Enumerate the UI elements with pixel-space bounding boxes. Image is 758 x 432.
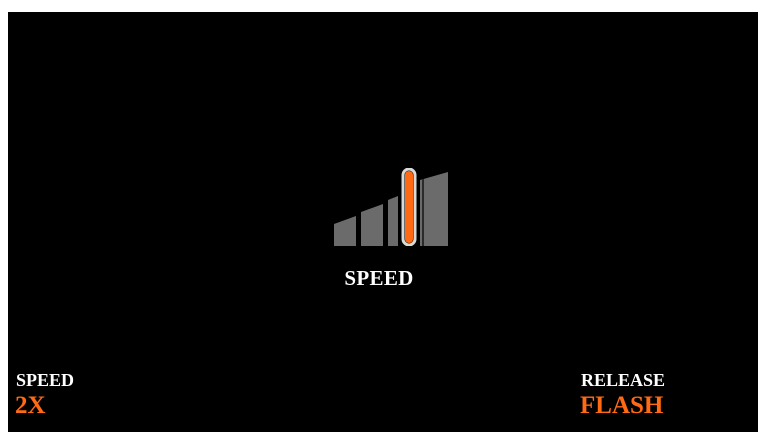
speed-meter-icon (334, 168, 448, 246)
speed-value: 2X (15, 392, 46, 419)
speed-bar-3 (388, 196, 398, 246)
release-label: RELEASE (581, 370, 666, 390)
screen (8, 12, 758, 432)
release-value: FLASH (580, 392, 664, 419)
speed-bar-2 (361, 204, 383, 246)
speed-bar-5 (420, 172, 448, 246)
speed-bar-1 (334, 216, 356, 246)
mode-title: SPEED (344, 266, 414, 290)
speed-label: SPEED (16, 370, 75, 390)
